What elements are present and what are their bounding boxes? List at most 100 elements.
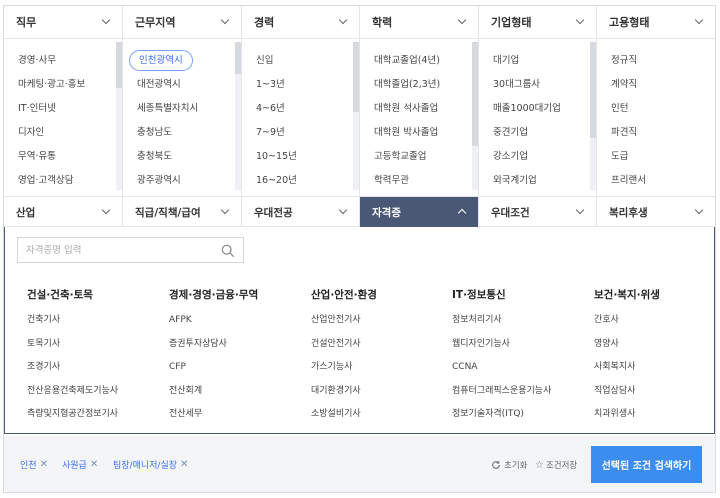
cert-item[interactable]: CCNA <box>452 356 551 380</box>
list-item[interactable]: 마케팅·광고·홍보 <box>4 73 122 97</box>
search-icon[interactable] <box>221 244 235 258</box>
cert-item[interactable]: AFPK <box>169 309 258 333</box>
cert-item[interactable]: 영양사 <box>594 333 660 357</box>
cert-item[interactable]: 웹디자인기능사 <box>452 333 551 357</box>
cert-group-title: 건설·건축·토목 <box>27 289 93 301</box>
column-header-career[interactable]: 경력 <box>242 6 359 39</box>
list-item[interactable]: 16~20년 <box>242 169 359 193</box>
list-item[interactable]: 1~3년 <box>242 73 359 97</box>
list-item[interactable]: 도급 <box>597 145 715 169</box>
certificate-search-input[interactable] <box>26 244 216 256</box>
cert-item[interactable]: 전산세무 <box>169 403 258 427</box>
list-item[interactable]: 매출1000대기업 <box>479 97 596 121</box>
cert-item[interactable]: 조경기사 <box>27 356 118 380</box>
refresh-icon <box>492 461 500 469</box>
tab-label: 우대조건 <box>491 206 530 219</box>
selected-chip[interactable]: 팀장/매니저/실장 ✕ <box>113 458 188 471</box>
selected-chip[interactable]: 인천 ✕ <box>20 458 48 471</box>
close-icon[interactable]: ✕ <box>180 459 188 470</box>
list-item[interactable]: 대전광역시 <box>123 73 241 97</box>
chevron-down-icon <box>574 206 586 218</box>
cert-item[interactable]: 대기환경기사 <box>311 380 377 404</box>
cert-item[interactable]: 건축기사 <box>27 309 118 333</box>
list-item[interactable]: 충청남도 <box>123 121 241 145</box>
list-item[interactable]: 계약직 <box>597 73 715 97</box>
cert-item[interactable]: 건설안전기사 <box>311 333 377 357</box>
selected-chip[interactable]: 사원급 ✕ <box>62 458 98 471</box>
cert-item[interactable]: 정보처리기사 <box>452 309 551 333</box>
cert-item[interactable]: 증권투자상담사 <box>169 333 258 357</box>
search-selected-button[interactable]: 선택된 조건 검색하기 <box>591 446 702 483</box>
filter-panel: 직무 경영·사무 마케팅·광고·홍보 IT·인터넷 디자인 무역·유통 영업·고… <box>3 5 716 493</box>
tab-benefits[interactable]: 복리후생 <box>597 197 715 227</box>
tab-preferred-major[interactable]: 우대전공 <box>242 197 360 227</box>
list-item[interactable]: 프리랜서 <box>597 169 715 193</box>
column-header-region[interactable]: 근무지역 <box>123 6 241 39</box>
scrollbar[interactable] <box>235 42 241 190</box>
cert-item[interactable]: 직업상담사 <box>594 380 660 404</box>
list-item[interactable]: 강소기업 <box>479 145 596 169</box>
list-item[interactable]: 세종특별자치시 <box>123 97 241 121</box>
list-item[interactable]: 영업·고객상담 <box>4 169 122 193</box>
list-item[interactable]: 인턴 <box>597 97 715 121</box>
reset-button[interactable]: 초기화 <box>491 459 527 471</box>
tab-preferred-conditions[interactable]: 우대조건 <box>479 197 597 227</box>
list-item[interactable]: 무역·유통 <box>4 145 122 169</box>
list-item[interactable]: 경영·사무 <box>4 49 122 73</box>
cert-item[interactable]: 측량및지형공간정보기사 <box>27 403 118 427</box>
list-item[interactable]: 고등학교졸업 <box>360 145 478 169</box>
cert-item[interactable]: 사회복지사 <box>594 356 660 380</box>
filter-columns: 직무 경영·사무 마케팅·광고·홍보 IT·인터넷 디자인 무역·유통 영업·고… <box>4 6 715 196</box>
chevron-down-icon <box>100 206 112 218</box>
list-item[interactable]: 4~6년 <box>242 97 359 121</box>
cert-item[interactable]: 토목기사 <box>27 333 118 357</box>
chevron-down-icon <box>693 206 705 218</box>
cert-item[interactable]: 전산응용건축제도기능사 <box>27 380 118 404</box>
cert-item[interactable]: 가스기능사 <box>311 356 377 380</box>
scrollbar[interactable] <box>116 42 122 190</box>
list-item[interactable]: 외국계기업 <box>479 169 596 193</box>
list-item[interactable]: 대기업 <box>479 49 596 73</box>
cert-group-title: 보건·복지·위생 <box>594 289 660 301</box>
cert-item[interactable]: 간호사 <box>594 309 660 333</box>
column-header-employment-type[interactable]: 고용형태 <box>597 6 715 39</box>
list-item[interactable]: 대학원 석사졸업 <box>360 97 478 121</box>
list-item[interactable]: 충청북도 <box>123 145 241 169</box>
list-item[interactable]: 파견직 <box>597 121 715 145</box>
cert-group-it: IT·정보통신 정보처리기사 웹디자인기능사 CCNA 컴퓨터그래픽스운용기능사… <box>452 287 551 427</box>
chevron-up-icon <box>456 206 468 218</box>
column-header-education[interactable]: 학력 <box>360 6 478 39</box>
scrollbar[interactable] <box>472 42 478 190</box>
list-item[interactable]: 대학졸업(2,3년) <box>360 73 478 97</box>
list-item[interactable]: 대학원 박사졸업 <box>360 121 478 145</box>
close-icon[interactable]: ✕ <box>40 459 48 470</box>
scrollbar[interactable] <box>590 42 596 190</box>
list-item[interactable]: 7~9년 <box>242 121 359 145</box>
cert-item[interactable]: 소방설비기사 <box>311 403 377 427</box>
cert-item[interactable]: 정보기술자격(ITQ) <box>452 403 551 427</box>
cert-item[interactable]: 컴퓨터그래픽스운용기능사 <box>452 380 551 404</box>
list-item-selected[interactable]: 인천광역시 <box>123 49 241 73</box>
column-header-job[interactable]: 직무 <box>4 6 122 39</box>
list-item[interactable]: 정규직 <box>597 49 715 73</box>
list-item[interactable]: 중견기업 <box>479 121 596 145</box>
tab-industry[interactable]: 산업 <box>4 197 123 227</box>
cert-item[interactable]: 치과위생사 <box>594 403 660 427</box>
cert-item[interactable]: 산업안전기사 <box>311 309 377 333</box>
cert-item[interactable]: CFP <box>169 356 258 380</box>
list-item[interactable]: 광주광역시 <box>123 169 241 193</box>
list-item[interactable]: 대학교졸업(4년) <box>360 49 478 73</box>
cert-item[interactable]: 전산회계 <box>169 380 258 404</box>
list-item[interactable]: 디자인 <box>4 121 122 145</box>
list-item[interactable]: 10~15년 <box>242 145 359 169</box>
list-item[interactable]: IT·인터넷 <box>4 97 122 121</box>
list-item[interactable]: 학력무관 <box>360 169 478 193</box>
list-item[interactable]: 신입 <box>242 49 359 73</box>
tab-certificate[interactable]: 자격증 <box>360 197 479 227</box>
scrollbar[interactable] <box>353 42 359 190</box>
close-icon[interactable]: ✕ <box>90 459 98 470</box>
save-condition-button[interactable]: ☆ 조건저장 <box>535 459 577 472</box>
list-item[interactable]: 30대그룹사 <box>479 73 596 97</box>
column-header-company-type[interactable]: 기업형태 <box>479 6 596 39</box>
tab-position-salary[interactable]: 직급/직책/급여 <box>123 197 242 227</box>
